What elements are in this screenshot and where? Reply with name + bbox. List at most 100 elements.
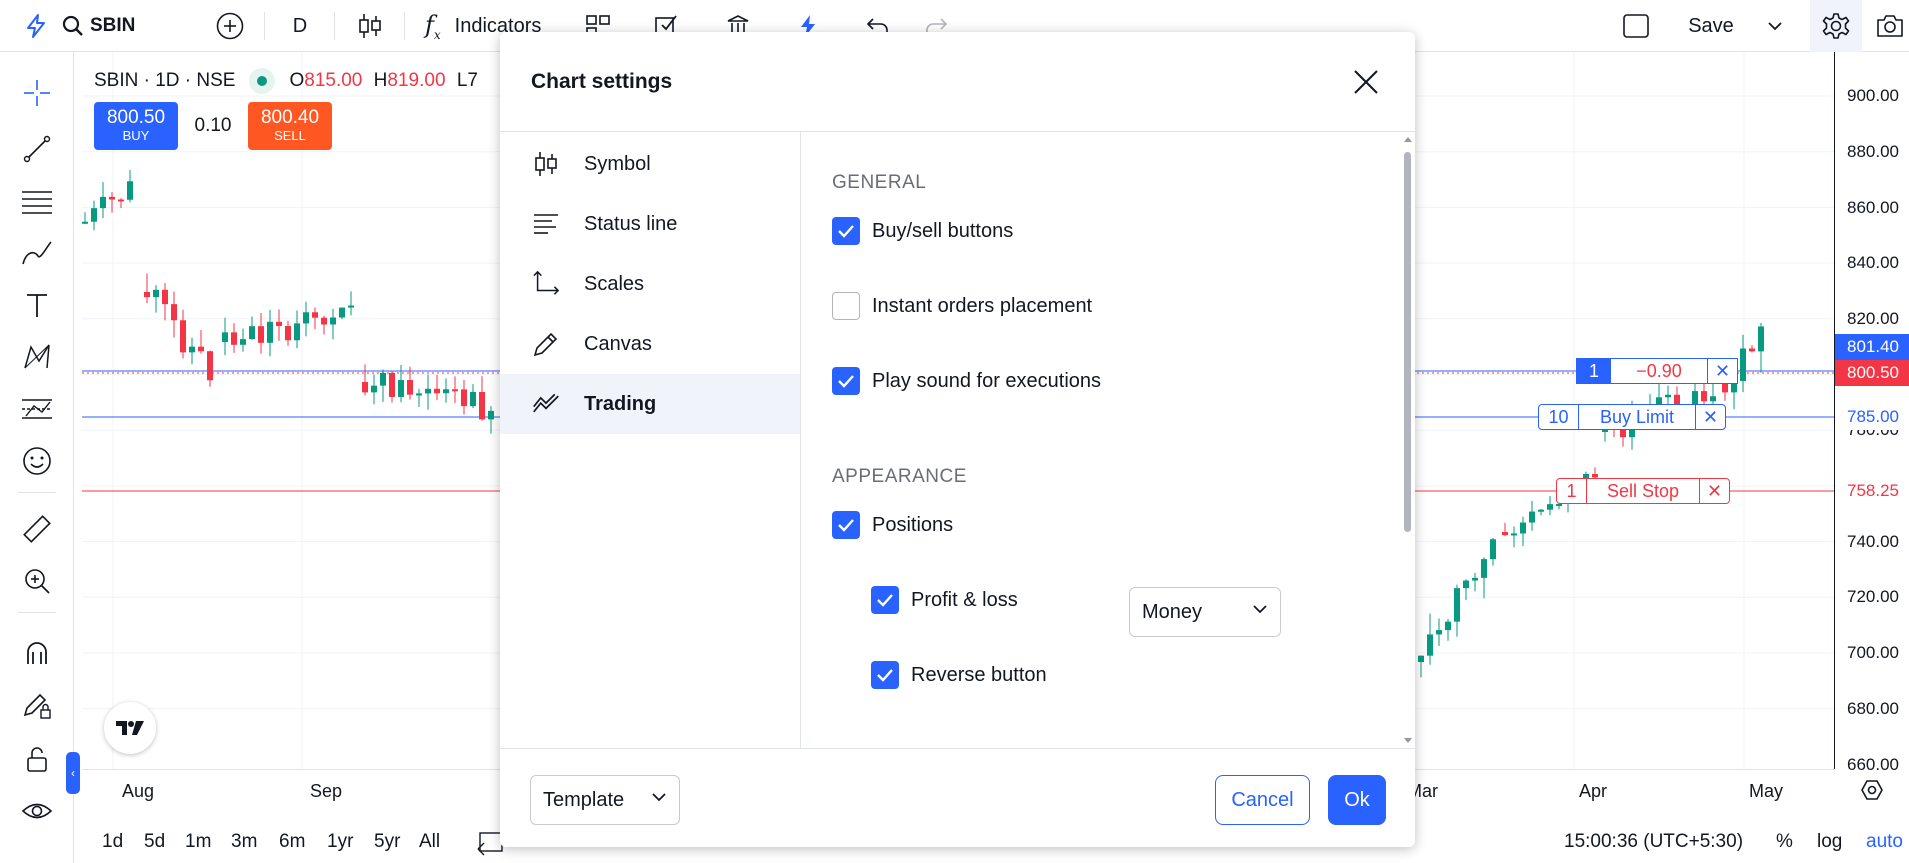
- buy-button[interactable]: 800.50 BUY: [94, 102, 178, 150]
- candle-body: [207, 351, 213, 381]
- snapshot-button[interactable]: [1872, 0, 1908, 52]
- crosshair-tool[interactable]: [16, 72, 58, 114]
- range-1d[interactable]: 1d: [102, 831, 123, 853]
- layout-button[interactable]: [1618, 0, 1654, 52]
- candle-body: [162, 289, 168, 305]
- dialog-title: Chart settings: [531, 70, 673, 93]
- tab-status-line[interactable]: Status line: [500, 194, 800, 254]
- range-3m[interactable]: 3m: [231, 831, 257, 853]
- checkbox-checked[interactable]: [871, 661, 899, 689]
- collapse-toolbar-button[interactable]: ‹: [66, 752, 80, 794]
- tab-symbol[interactable]: Symbol: [500, 134, 800, 194]
- zoom-tool[interactable]: [16, 560, 58, 602]
- settings-button[interactable]: [1810, 0, 1862, 52]
- option-reverse-button[interactable]: Reverse button: [871, 660, 1047, 690]
- buy-limit-order-label[interactable]: 10 Buy Limit ✕: [1538, 404, 1726, 430]
- time-label: May: [1749, 781, 1784, 801]
- clock-display[interactable]: 15:00:36 (UTC+5:30): [1564, 831, 1743, 853]
- candle-body: [398, 380, 404, 397]
- chart-type-button[interactable]: [352, 0, 388, 52]
- add-symbol-button[interactable]: [210, 0, 250, 52]
- sell-stop-price-tag: 758.25: [1835, 478, 1909, 504]
- position-line-label[interactable]: 1 −0.90 ✕: [1576, 358, 1738, 384]
- axis-settings-button[interactable]: [1834, 769, 1909, 811]
- check-icon: [838, 519, 854, 532]
- zoom-in-icon: [25, 569, 50, 594]
- magnet-tool[interactable]: [16, 632, 58, 674]
- ok-button[interactable]: Ok: [1328, 775, 1386, 825]
- tab-canvas[interactable]: Canvas: [500, 314, 800, 374]
- buy-sell-buttons: 800.50 BUY 0.10 800.40 SELL: [94, 102, 332, 150]
- candle-body: [267, 321, 273, 343]
- candle-body: [1445, 621, 1451, 631]
- auto-toggle[interactable]: auto: [1866, 831, 1903, 853]
- candle-body: [321, 317, 327, 325]
- close-button[interactable]: [1348, 64, 1384, 100]
- option-buy-sell-buttons[interactable]: Buy/sell buttons: [832, 216, 1013, 246]
- icons-tool[interactable]: [16, 440, 58, 482]
- lightning-icon[interactable]: [18, 0, 54, 52]
- option-positions[interactable]: Positions: [832, 510, 953, 540]
- scrollbar-thumb[interactable]: [1404, 152, 1411, 532]
- candle-body: [1427, 634, 1433, 656]
- range-all[interactable]: All: [419, 831, 440, 853]
- candle-body: [1556, 504, 1562, 507]
- tab-scales[interactable]: Scales: [500, 254, 800, 314]
- text-tool[interactable]: [16, 284, 58, 326]
- checkbox-unchecked[interactable]: [832, 292, 860, 320]
- cancel-sell-stop-icon[interactable]: ✕: [1699, 479, 1729, 503]
- option-play-sound[interactable]: Play sound for executions: [832, 366, 1101, 396]
- tradingview-logo[interactable]: [104, 702, 156, 754]
- price-axis[interactable]: 900.00 880.00 860.00 840.00 820.00 780.0…: [1834, 52, 1909, 774]
- candle-body: [118, 199, 124, 202]
- check-icon: [877, 669, 893, 682]
- candle-body: [470, 391, 476, 407]
- cancel-buy-limit-icon[interactable]: ✕: [1695, 405, 1725, 429]
- option-instant-orders[interactable]: Instant orders placement: [832, 291, 1092, 321]
- fib-tool[interactable]: [16, 180, 58, 222]
- candle-body: [443, 389, 449, 394]
- candle-body: [371, 385, 377, 393]
- range-5yr[interactable]: 5yr: [374, 831, 400, 853]
- percent-toggle[interactable]: %: [1776, 831, 1793, 853]
- sell-stop-order-label[interactable]: 1 Sell Stop ✕: [1556, 478, 1730, 504]
- save-button[interactable]: Save: [1676, 0, 1746, 52]
- option-label: Play sound for executions: [872, 369, 1102, 392]
- range-1yr[interactable]: 1yr: [327, 831, 353, 853]
- candle-body: [1749, 348, 1755, 352]
- measure-tool[interactable]: [16, 508, 58, 550]
- cancel-button[interactable]: Cancel: [1215, 775, 1310, 825]
- price-label: 720.00: [1847, 587, 1899, 606]
- candle-body: [1701, 391, 1707, 402]
- range-1m[interactable]: 1m: [185, 831, 211, 853]
- symbol-search-button[interactable]: SBIN: [62, 0, 172, 52]
- close-position-icon[interactable]: ✕: [1707, 359, 1737, 383]
- prediction-tool[interactable]: [16, 388, 58, 430]
- option-profit-loss[interactable]: Profit & loss: [871, 585, 1018, 615]
- checkbox-checked[interactable]: [832, 511, 860, 539]
- trend-line-tool[interactable]: [16, 128, 58, 170]
- range-5d[interactable]: 5d: [144, 831, 165, 853]
- interval-button[interactable]: D: [282, 0, 318, 52]
- pattern-tool[interactable]: [16, 336, 58, 378]
- checkbox-checked[interactable]: [832, 367, 860, 395]
- save-menu-button[interactable]: [1760, 0, 1790, 52]
- hide-drawings-tool[interactable]: [16, 790, 58, 832]
- candle-body: [189, 346, 195, 353]
- checkbox-checked[interactable]: [832, 217, 860, 245]
- profit-loss-unit-select[interactable]: Money: [1129, 587, 1281, 637]
- candle-body: [285, 326, 291, 341]
- candle-body: [1758, 326, 1764, 352]
- brush-tool[interactable]: [16, 232, 58, 274]
- candle-body: [389, 373, 395, 397]
- candle-body: [1538, 509, 1544, 512]
- tab-trading[interactable]: Trading: [500, 374, 800, 434]
- range-6m[interactable]: 6m: [279, 831, 305, 853]
- lock-drawing-tool[interactable]: [16, 684, 58, 726]
- spread-value: 0.10: [194, 115, 232, 136]
- template-dropdown[interactable]: Template: [530, 775, 680, 825]
- lock-all-tool[interactable]: [16, 738, 58, 780]
- log-toggle[interactable]: log: [1817, 831, 1842, 853]
- sell-button[interactable]: 800.40 SELL: [248, 102, 332, 150]
- checkbox-checked[interactable]: [871, 586, 899, 614]
